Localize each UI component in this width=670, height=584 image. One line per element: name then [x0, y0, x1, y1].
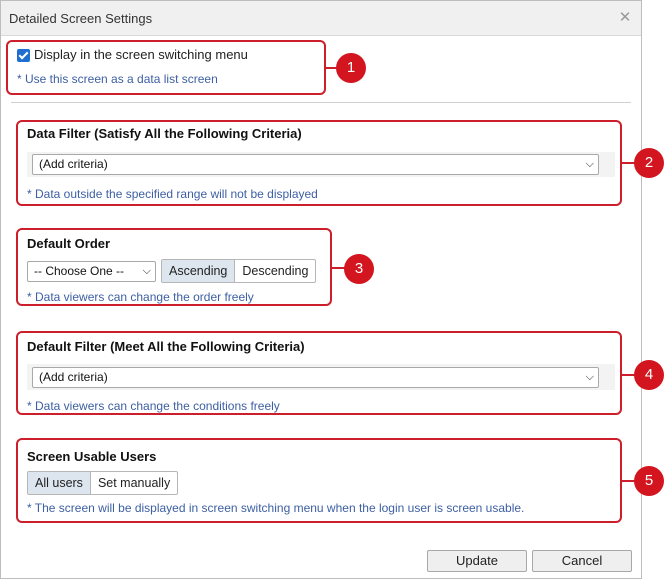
chevron-down-icon: ⌵: [142, 265, 151, 277]
update-button[interactable]: Update: [427, 550, 527, 572]
usable-users-toggle: All users Set manually: [27, 471, 179, 495]
close-icon[interactable]: ✕: [617, 10, 633, 26]
section-2-hint: * Data outside the specified range will …: [27, 187, 318, 201]
order-toggle: Ascending Descending: [161, 259, 317, 283]
descending-button[interactable]: Descending: [235, 260, 315, 282]
dialog-titlebar: Detailed Screen Settings ✕: [1, 1, 641, 36]
detailed-screen-settings-dialog: Detailed Screen Settings ✕ Display in th…: [0, 0, 664, 579]
ascending-button[interactable]: Ascending: [162, 260, 236, 282]
dialog-title: Detailed Screen Settings: [9, 11, 153, 26]
section-1-badge: 1: [336, 53, 366, 83]
section-1-hint: * Use this screen as a data list screen: [17, 72, 218, 86]
section-3-hint: * Data viewers can change the order free…: [27, 290, 254, 304]
default-filter-title: Default Filter (Meet All the Following C…: [27, 339, 305, 354]
section-3-badge: 3: [344, 254, 374, 284]
all-users-button[interactable]: All users: [28, 472, 91, 494]
display-in-menu-label[interactable]: Display in the screen switching menu: [34, 47, 248, 62]
section-2-badge: 2: [634, 148, 664, 178]
display-in-menu-checkbox[interactable]: [17, 49, 30, 62]
data-filter-select-value: (Add criteria): [39, 157, 108, 171]
data-filter-select[interactable]: (Add criteria) ⌵: [32, 154, 599, 175]
section-4-hint: * Data viewers can change the conditions…: [27, 399, 280, 413]
default-filter-select[interactable]: (Add criteria) ⌵: [32, 367, 599, 388]
set-manually-button[interactable]: Set manually: [91, 472, 177, 494]
default-order-select-value: -- Choose One --: [34, 264, 125, 278]
default-filter-select-value: (Add criteria): [39, 370, 108, 384]
section-5-badge: 5: [634, 466, 664, 496]
chevron-down-icon: ⌵: [585, 371, 594, 383]
section-divider: [11, 102, 631, 103]
screen-usable-users-title: Screen Usable Users: [27, 449, 157, 464]
section-4-badge: 4: [634, 360, 664, 390]
chevron-down-icon: ⌵: [585, 158, 594, 170]
default-order-title: Default Order: [27, 236, 111, 251]
cancel-button[interactable]: Cancel: [532, 550, 632, 572]
default-order-select[interactable]: -- Choose One -- ⌵: [27, 261, 156, 282]
data-filter-title: Data Filter (Satisfy All the Following C…: [27, 126, 302, 141]
section-5-hint: * The screen will be displayed in screen…: [27, 501, 525, 515]
